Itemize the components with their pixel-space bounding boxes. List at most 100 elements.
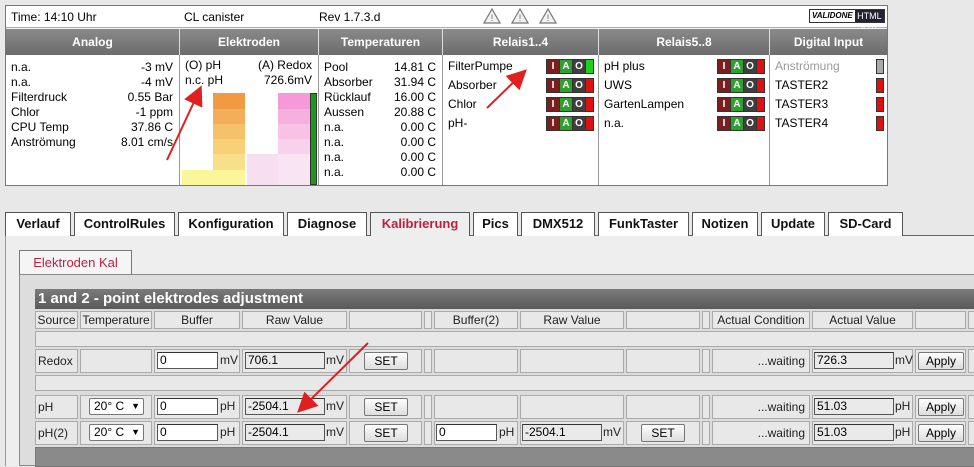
col-header-actual-value: Actual Value (812, 311, 913, 329)
tab-diagnose[interactable]: Diagnose (287, 212, 367, 236)
row-source: Redox (35, 349, 78, 373)
analog-row: Filterdruck 0.55 Bar (11, 90, 173, 104)
temperature-select[interactable]: 20° C ▼ (89, 398, 144, 415)
digital-status-led (876, 116, 884, 131)
digital-status-led (876, 78, 884, 93)
relais-i-button[interactable]: I (718, 98, 731, 111)
tab-notizen[interactable]: Notizen (692, 212, 758, 236)
top-bar: Time: 14:10 Uhr CL canister Rev 1.7.3.d … (6, 6, 887, 33)
col-header-source: Source (35, 311, 78, 329)
actual-value-field: 726.3 (814, 352, 894, 369)
set2-button[interactable]: SET (641, 424, 685, 442)
relais-i-button[interactable]: I (718, 117, 731, 130)
relais-i-button[interactable]: I (547, 98, 560, 111)
svg-text:!: ! (519, 13, 522, 23)
relais-status-led (757, 98, 764, 111)
actual-condition: ...waiting (712, 349, 810, 373)
relais-row-na: n.a. IAO (599, 114, 769, 133)
apply-button[interactable]: Apply (918, 352, 964, 370)
col-header-actual-condition: Actual Condition (712, 311, 810, 329)
relais-row-chlor: Chlor IAO (443, 95, 598, 114)
relais-o-button[interactable]: O (573, 98, 586, 111)
row-source: pH (35, 395, 78, 419)
analog-row: n.a. -3 mV (11, 60, 173, 74)
raw-value-field: -2504.1 (245, 424, 325, 441)
digital-status-led (876, 59, 884, 74)
analog-row: Chlor -1 ppm (11, 105, 173, 119)
relais-control: IAO (717, 97, 765, 112)
actual-value-field: 51.03 (814, 398, 894, 415)
set-button[interactable]: SET (364, 352, 408, 370)
digital-status-led (876, 97, 884, 112)
relais-o-button[interactable]: O (744, 117, 757, 130)
relais-i-button[interactable]: I (547, 60, 560, 73)
buffer2-input[interactable]: 0 (436, 424, 497, 441)
tab-konfiguration[interactable]: Konfiguration (178, 212, 284, 236)
relais-o-button[interactable]: O (744, 79, 757, 92)
buffer-input[interactable]: 0 (157, 352, 218, 369)
relais-a-button[interactable]: A (731, 98, 744, 111)
actual-condition: ...waiting (712, 395, 810, 419)
tab-funktaster[interactable]: FunkTaster (598, 212, 689, 236)
apply-button[interactable]: Apply (918, 398, 964, 416)
relais-a-button[interactable]: A (731, 60, 744, 73)
set-button[interactable]: SET (364, 424, 408, 442)
relais-a-button[interactable]: A (560, 98, 573, 111)
tab-verlauf[interactable]: Verlauf (5, 212, 71, 236)
tab-sd-card[interactable]: SD-Card (828, 212, 903, 236)
relais-a-button[interactable]: A (731, 117, 744, 130)
analog-header: Analog (6, 29, 180, 55)
relais-control: IAO (546, 78, 594, 93)
relais-a-button[interactable]: A (560, 79, 573, 92)
adjustment-title: 1 and 2 - point elektrodes adjustment (35, 289, 974, 309)
digital-header: Digital Input (770, 29, 887, 55)
relais-o-button[interactable]: O (573, 117, 586, 130)
col-header-temperature: Temperature (80, 311, 152, 329)
relais-status-led (757, 79, 764, 92)
time-label: Time: 14:10 Uhr (11, 10, 97, 24)
relais-o-button[interactable]: O (744, 98, 757, 111)
relais-i-button[interactable]: I (547, 79, 560, 92)
elektroden-labels: (O) pH (A) Redox (185, 58, 312, 72)
relais-i-button[interactable]: I (718, 60, 731, 73)
subtab-elektroden-kal[interactable]: Elektroden Kal (19, 250, 132, 274)
digital-row-taster2: TASTER2 (770, 76, 887, 95)
kalibrierung-panel: Elektroden Kal 1 and 2 - point elektrode… (5, 236, 974, 467)
temp-row: n.a. 0.00 C (324, 165, 436, 179)
relais-o-button[interactable]: O (573, 79, 586, 92)
relais-i-button[interactable]: I (547, 117, 560, 130)
relais-a-button[interactable]: A (560, 117, 573, 130)
relais-status-led (757, 117, 764, 130)
warning-icon: ! (511, 8, 529, 24)
relais-i-button[interactable]: I (718, 79, 731, 92)
revision-label: Rev 1.7.3.d (319, 10, 381, 24)
validone-badge[interactable]: VALIDONE HTML 4.01 (809, 9, 885, 33)
relais-control: IAO (717, 78, 765, 93)
relais-o-button[interactable]: O (744, 60, 757, 73)
temp-row: n.a. 0.00 C (324, 120, 436, 134)
buffer-input[interactable]: 0 (157, 424, 218, 441)
col-header-buffer: Buffer (154, 311, 240, 329)
temp-row: Aussen 20.88 C (324, 105, 436, 119)
temperature-select[interactable]: 20° C ▼ (89, 424, 144, 441)
relais-row-ph-minus: pH- IAO (443, 114, 598, 133)
relais-a-button[interactable]: A (731, 79, 744, 92)
col-header-raw-value2: Raw Value (520, 311, 624, 329)
analog-row: n.a. -4 mV (11, 75, 173, 89)
tab-controlrules[interactable]: ControlRules (74, 212, 175, 236)
tab-pics[interactable]: Pics (473, 212, 518, 236)
tab-kalibrierung[interactable]: Kalibrierung (370, 212, 470, 237)
relais-control: IAO (717, 116, 765, 131)
tab-update[interactable]: Update (761, 212, 825, 236)
status-panel: Time: 14:10 Uhr CL canister Rev 1.7.3.d … (5, 5, 888, 186)
temperaturen-column: Pool 14.81 C Absorber 31.94 C Rücklauf 16.0… (319, 55, 443, 185)
row-source: pH(2) (35, 421, 78, 445)
svg-text:!: ! (547, 13, 550, 23)
buffer-input[interactable]: 0 (157, 398, 218, 415)
set-button[interactable]: SET (364, 398, 408, 416)
relais-o-button[interactable]: O (573, 60, 586, 73)
tab-dmx512[interactable]: DMX512 (521, 212, 595, 236)
apply-button[interactable]: Apply (918, 424, 964, 442)
relais-a-button[interactable]: A (560, 60, 573, 73)
raw-value-field: 706.1 (245, 352, 325, 369)
